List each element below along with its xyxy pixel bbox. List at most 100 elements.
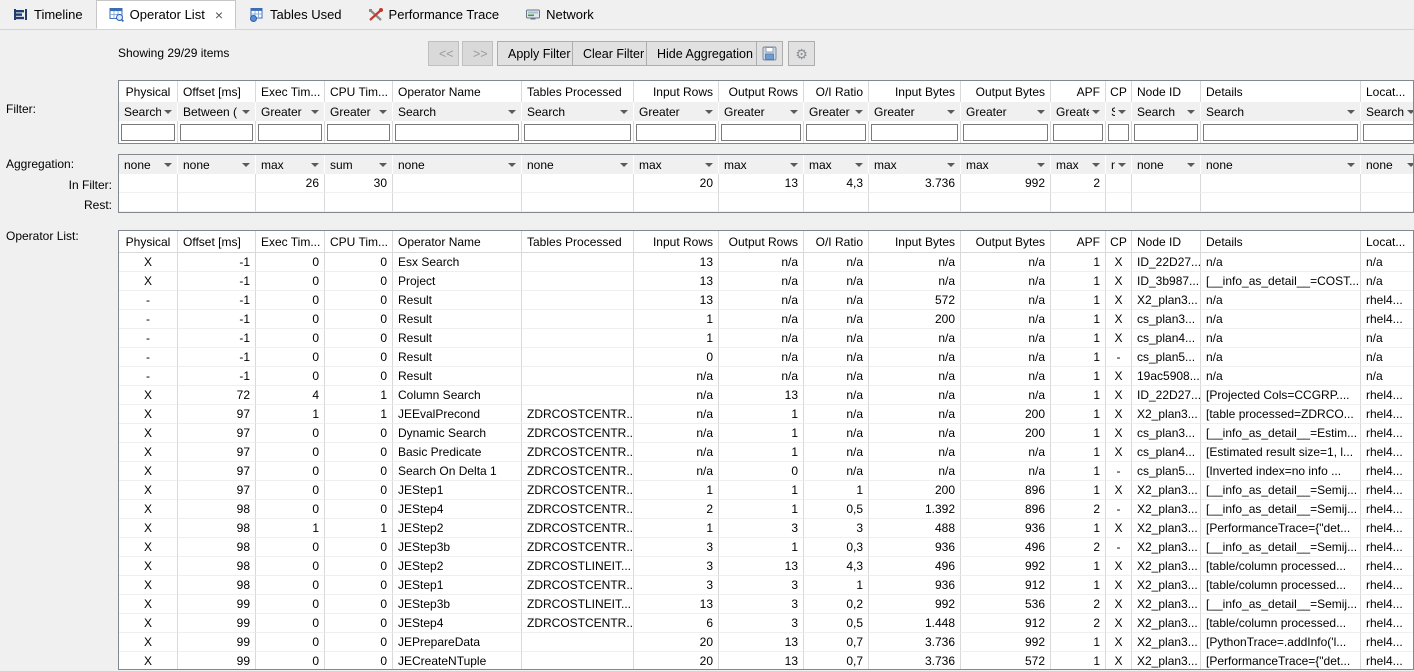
aggregation-operator-select[interactable]: max <box>804 155 869 174</box>
table-row[interactable]: X9800JEStep4ZDRCOSTCENTR...210,51.392896… <box>119 500 1413 519</box>
tab-operator-list[interactable]: Operator List× <box>96 0 236 29</box>
aggregation-operator-select[interactable]: max <box>634 155 719 174</box>
filter-input[interactable] <box>180 124 253 141</box>
filter-input[interactable] <box>1203 124 1358 141</box>
column-header[interactable]: Node ID <box>1132 231 1201 253</box>
table-row[interactable]: X9800JEStep3bZDRCOSTCENTR...310,39364962… <box>119 538 1413 557</box>
settings-button[interactable]: ⚙ <box>788 41 815 66</box>
column-header[interactable]: Exec Tim... <box>256 231 325 253</box>
table-row[interactable]: X-100Esx Search13n/an/an/an/a1XID_22D27.… <box>119 253 1413 272</box>
apply-filter-button[interactable]: Apply Filter <box>497 41 582 66</box>
table-row[interactable]: X9711JEEvalPrecondZDRCOSTCENTR...n/a1n/a… <box>119 405 1413 424</box>
filter-operator-select[interactable]: Greater <box>256 102 325 121</box>
table-row[interactable]: X-100Project13n/an/an/an/a1XID_3b987...[… <box>119 272 1413 291</box>
table-row[interactable]: X9900JEPrepareData20130,73.7369921XX2_pl… <box>119 633 1413 652</box>
aggregation-operator-select[interactable]: max <box>256 155 325 174</box>
table-row[interactable]: X9700Search On Delta 1ZDRCOSTCENTR...n/a… <box>119 462 1413 481</box>
table-row[interactable]: X9900JEStep4ZDRCOSTCENTR...630,51.448912… <box>119 614 1413 633</box>
filter-input[interactable] <box>721 124 801 141</box>
filter-input[interactable] <box>636 124 716 141</box>
filter-input[interactable] <box>121 124 175 141</box>
aggregation-operator-select[interactable]: max <box>719 155 804 174</box>
aggregation-operator-select[interactable]: max <box>961 155 1051 174</box>
filter-input[interactable] <box>806 124 866 141</box>
aggregation-operator-select[interactable]: none <box>119 155 178 174</box>
aggregation-operator-select[interactable]: max <box>1051 155 1106 174</box>
aggregation-operator-select[interactable]: none <box>178 155 256 174</box>
filter-input[interactable] <box>395 124 519 141</box>
table-row[interactable]: X7241Column Searchn/a13n/an/an/a1XID_22D… <box>119 386 1413 405</box>
filter-input[interactable] <box>963 124 1048 141</box>
aggregation-operator-select[interactable]: max <box>869 155 961 174</box>
table-row[interactable]: X9700JEStep1ZDRCOSTCENTR...1112008961XX2… <box>119 481 1413 500</box>
column-header[interactable]: Input Rows <box>634 231 719 253</box>
aggregation-operator-select[interactable]: none <box>393 155 522 174</box>
clear-filter-button[interactable]: Clear Filter <box>572 41 655 66</box>
table-row[interactable]: --100Result1n/an/a200n/a1Xcs_plan3...n/a… <box>119 310 1413 329</box>
next-page-button[interactable]: >> <box>462 41 493 66</box>
filter-operator-select[interactable]: Search <box>522 102 634 121</box>
column-header[interactable]: Tables Processed <box>522 231 634 253</box>
filter-input[interactable] <box>524 124 631 141</box>
column-header[interactable]: CPU Tim... <box>325 231 393 253</box>
table-row[interactable]: X9900JEStep3bZDRCOSTLINEIT...1330,299253… <box>119 595 1413 614</box>
save-button[interactable] <box>756 41 783 66</box>
hide-aggregation-button[interactable]: Hide Aggregation <box>646 41 764 66</box>
table-row[interactable]: X9811JEStep2ZDRCOSTCENTR...1334889361XX2… <box>119 519 1413 538</box>
column-header[interactable]: Input Bytes <box>869 231 961 253</box>
aggregation-operator-select[interactable]: sum <box>325 155 393 174</box>
column-header[interactable]: Offset [ms] <box>178 231 256 253</box>
table-row[interactable]: --100Result1n/an/an/an/a1Xcs_plan4...n/a… <box>119 329 1413 348</box>
filter-operator-select[interactable]: Greater <box>961 102 1051 121</box>
column-header[interactable]: APF <box>1051 231 1106 253</box>
filter-operator-select[interactable]: Search <box>119 102 178 121</box>
aggregation-operator-select[interactable]: none <box>1132 155 1201 174</box>
tab-network[interactable]: Network <box>512 0 607 29</box>
filter-operator-select[interactable]: Greater <box>804 102 869 121</box>
table-row[interactable]: X9800JEStep1ZDRCOSTCENTR...3319369121XX2… <box>119 576 1413 595</box>
tab-tables-used[interactable]: Tables Used <box>236 0 355 29</box>
filter-operator-select[interactable]: Search <box>1106 102 1132 121</box>
table-row[interactable]: X9700Basic PredicateZDRCOSTCENTR...n/a1n… <box>119 443 1413 462</box>
filter-operator-select[interactable]: Search <box>1201 102 1361 121</box>
filter-operator-select[interactable]: Greater <box>719 102 804 121</box>
prev-page-button[interactable]: << <box>428 41 459 66</box>
filter-operator-select[interactable]: Search <box>1361 102 1414 121</box>
filter-operator-select[interactable]: Between ( <box>178 102 256 121</box>
aggregation-operator-select[interactable]: none <box>1106 155 1132 174</box>
tab-timeline[interactable]: Timeline <box>0 0 96 29</box>
filter-input[interactable] <box>871 124 958 141</box>
filter-operator-select[interactable]: Search <box>1132 102 1201 121</box>
column-header[interactable]: CP <box>1106 231 1132 253</box>
filter-operator-select[interactable]: Greater <box>634 102 719 121</box>
filter-input[interactable] <box>258 124 322 141</box>
filter-operator-select[interactable]: Greater <box>325 102 393 121</box>
table-row[interactable]: X9800JEStep2ZDRCOSTLINEIT...3134,3496992… <box>119 557 1413 576</box>
filter-input[interactable] <box>1053 124 1103 141</box>
column-header[interactable]: Locat... <box>1361 231 1414 253</box>
table-row[interactable]: --100Result13n/an/a572n/a1XX2_plan3...n/… <box>119 291 1413 310</box>
column-header[interactable]: Operator Name <box>393 231 522 253</box>
aggregation-operator-select[interactable]: none <box>522 155 634 174</box>
close-tab-icon[interactable]: × <box>215 8 223 22</box>
filter-operator-select[interactable]: Greater <box>869 102 961 121</box>
filter-input[interactable] <box>1134 124 1198 141</box>
filter-column-header: Output Bytes <box>961 81 1051 102</box>
table-row[interactable]: --100Resultn/an/an/an/an/a1X19ac5908...n… <box>119 367 1413 386</box>
column-header[interactable]: O/I Ratio <box>804 231 869 253</box>
filter-operator-select[interactable]: Greater <box>1051 102 1106 121</box>
aggregation-operator-select[interactable]: none <box>1201 155 1361 174</box>
aggregation-operator-select[interactable]: none <box>1361 155 1414 174</box>
table-row[interactable]: --100Result0n/an/an/an/a1-cs_plan5...n/a… <box>119 348 1413 367</box>
column-header[interactable]: Output Rows <box>719 231 804 253</box>
column-header[interactable]: Output Bytes <box>961 231 1051 253</box>
table-row[interactable]: X9700Dynamic SearchZDRCOSTCENTR...n/a1n/… <box>119 424 1413 443</box>
table-row[interactable]: X9900JECreateNTuple20130,73.7365721XX2_p… <box>119 652 1413 670</box>
filter-input[interactable] <box>1108 124 1129 141</box>
filter-operator-select[interactable]: Search <box>393 102 522 121</box>
tab-performance-trace[interactable]: Performance Trace <box>355 0 513 29</box>
filter-input[interactable] <box>327 124 390 141</box>
column-header[interactable]: Physical <box>119 231 178 253</box>
column-header[interactable]: Details <box>1201 231 1361 253</box>
filter-input[interactable] <box>1363 124 1414 141</box>
